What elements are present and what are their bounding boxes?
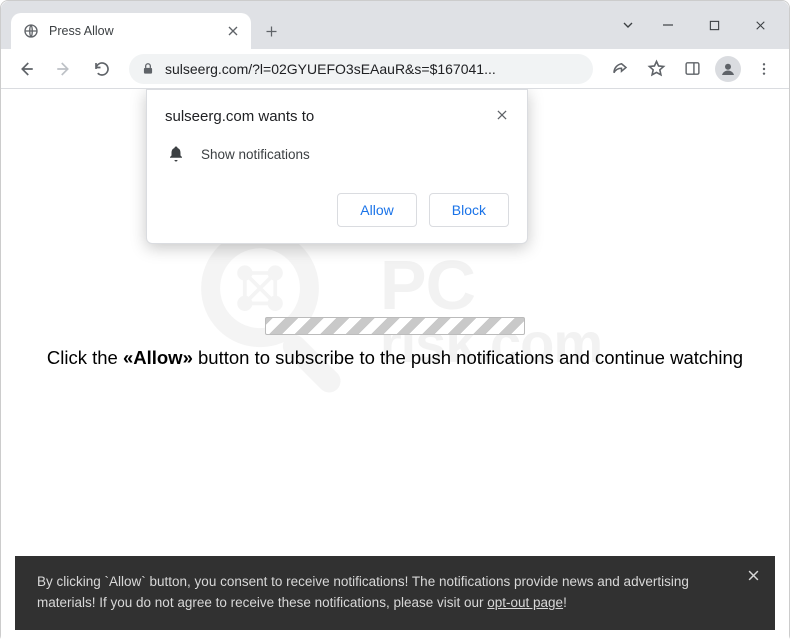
globe-icon bbox=[23, 23, 39, 39]
loading-bar bbox=[265, 317, 525, 335]
close-icon[interactable] bbox=[495, 108, 509, 122]
url-text: sulseerg.com/?l=02GYUEFO3sEAauR&s=$16704… bbox=[165, 61, 496, 77]
forward-button[interactable] bbox=[47, 52, 81, 86]
lock-icon bbox=[141, 62, 155, 76]
permission-origin: sulseerg.com wants to bbox=[165, 108, 314, 125]
close-window-button[interactable] bbox=[737, 5, 783, 45]
browser-tab[interactable]: Press Allow bbox=[11, 13, 251, 49]
watermark: PC risk.com bbox=[188, 216, 602, 406]
tab-title: Press Allow bbox=[49, 24, 215, 38]
permission-label: Show notifications bbox=[201, 147, 310, 162]
back-button[interactable] bbox=[9, 52, 43, 86]
profile-avatar[interactable] bbox=[711, 52, 745, 86]
chevron-down-icon[interactable] bbox=[611, 17, 645, 33]
bookmark-star-icon[interactable] bbox=[639, 52, 673, 86]
side-panel-icon[interactable] bbox=[675, 52, 709, 86]
close-tab-icon[interactable] bbox=[225, 23, 241, 39]
watermark-line1: PC bbox=[380, 253, 602, 317]
kebab-menu-icon[interactable] bbox=[747, 52, 781, 86]
browser-toolbar: sulseerg.com/?l=02GYUEFO3sEAauR&s=$16704… bbox=[1, 49, 789, 89]
maximize-button[interactable] bbox=[691, 5, 737, 45]
banner-close-icon[interactable] bbox=[746, 568, 761, 583]
instruction-text: Click the «Allow» button to subscribe to… bbox=[1, 347, 789, 369]
minimize-button[interactable] bbox=[645, 5, 691, 45]
new-tab-button[interactable] bbox=[257, 17, 285, 45]
share-icon[interactable] bbox=[603, 52, 637, 86]
bell-icon bbox=[167, 145, 185, 163]
instruction-bold: «Allow» bbox=[123, 347, 193, 368]
allow-button[interactable]: Allow bbox=[337, 193, 416, 227]
reload-button[interactable] bbox=[85, 52, 119, 86]
instruction-prefix: Click the bbox=[47, 347, 123, 368]
banner-text: By clicking `Allow` button, you consent … bbox=[37, 574, 689, 610]
address-bar[interactable]: sulseerg.com/?l=02GYUEFO3sEAauR&s=$16704… bbox=[129, 54, 593, 84]
opt-out-link[interactable]: opt-out page bbox=[487, 595, 563, 610]
block-button[interactable]: Block bbox=[429, 193, 509, 227]
consent-banner: By clicking `Allow` button, you consent … bbox=[15, 556, 775, 630]
instruction-suffix: button to subscribe to the push notifica… bbox=[193, 347, 743, 368]
page-content: PC risk.com sulseerg.com wants to Show n… bbox=[1, 89, 789, 644]
notification-permission-dialog: sulseerg.com wants to Show notifications… bbox=[146, 89, 528, 244]
window-titlebar: Press Allow bbox=[1, 1, 789, 49]
window-controls bbox=[611, 1, 789, 49]
banner-text-end: ! bbox=[563, 595, 567, 610]
